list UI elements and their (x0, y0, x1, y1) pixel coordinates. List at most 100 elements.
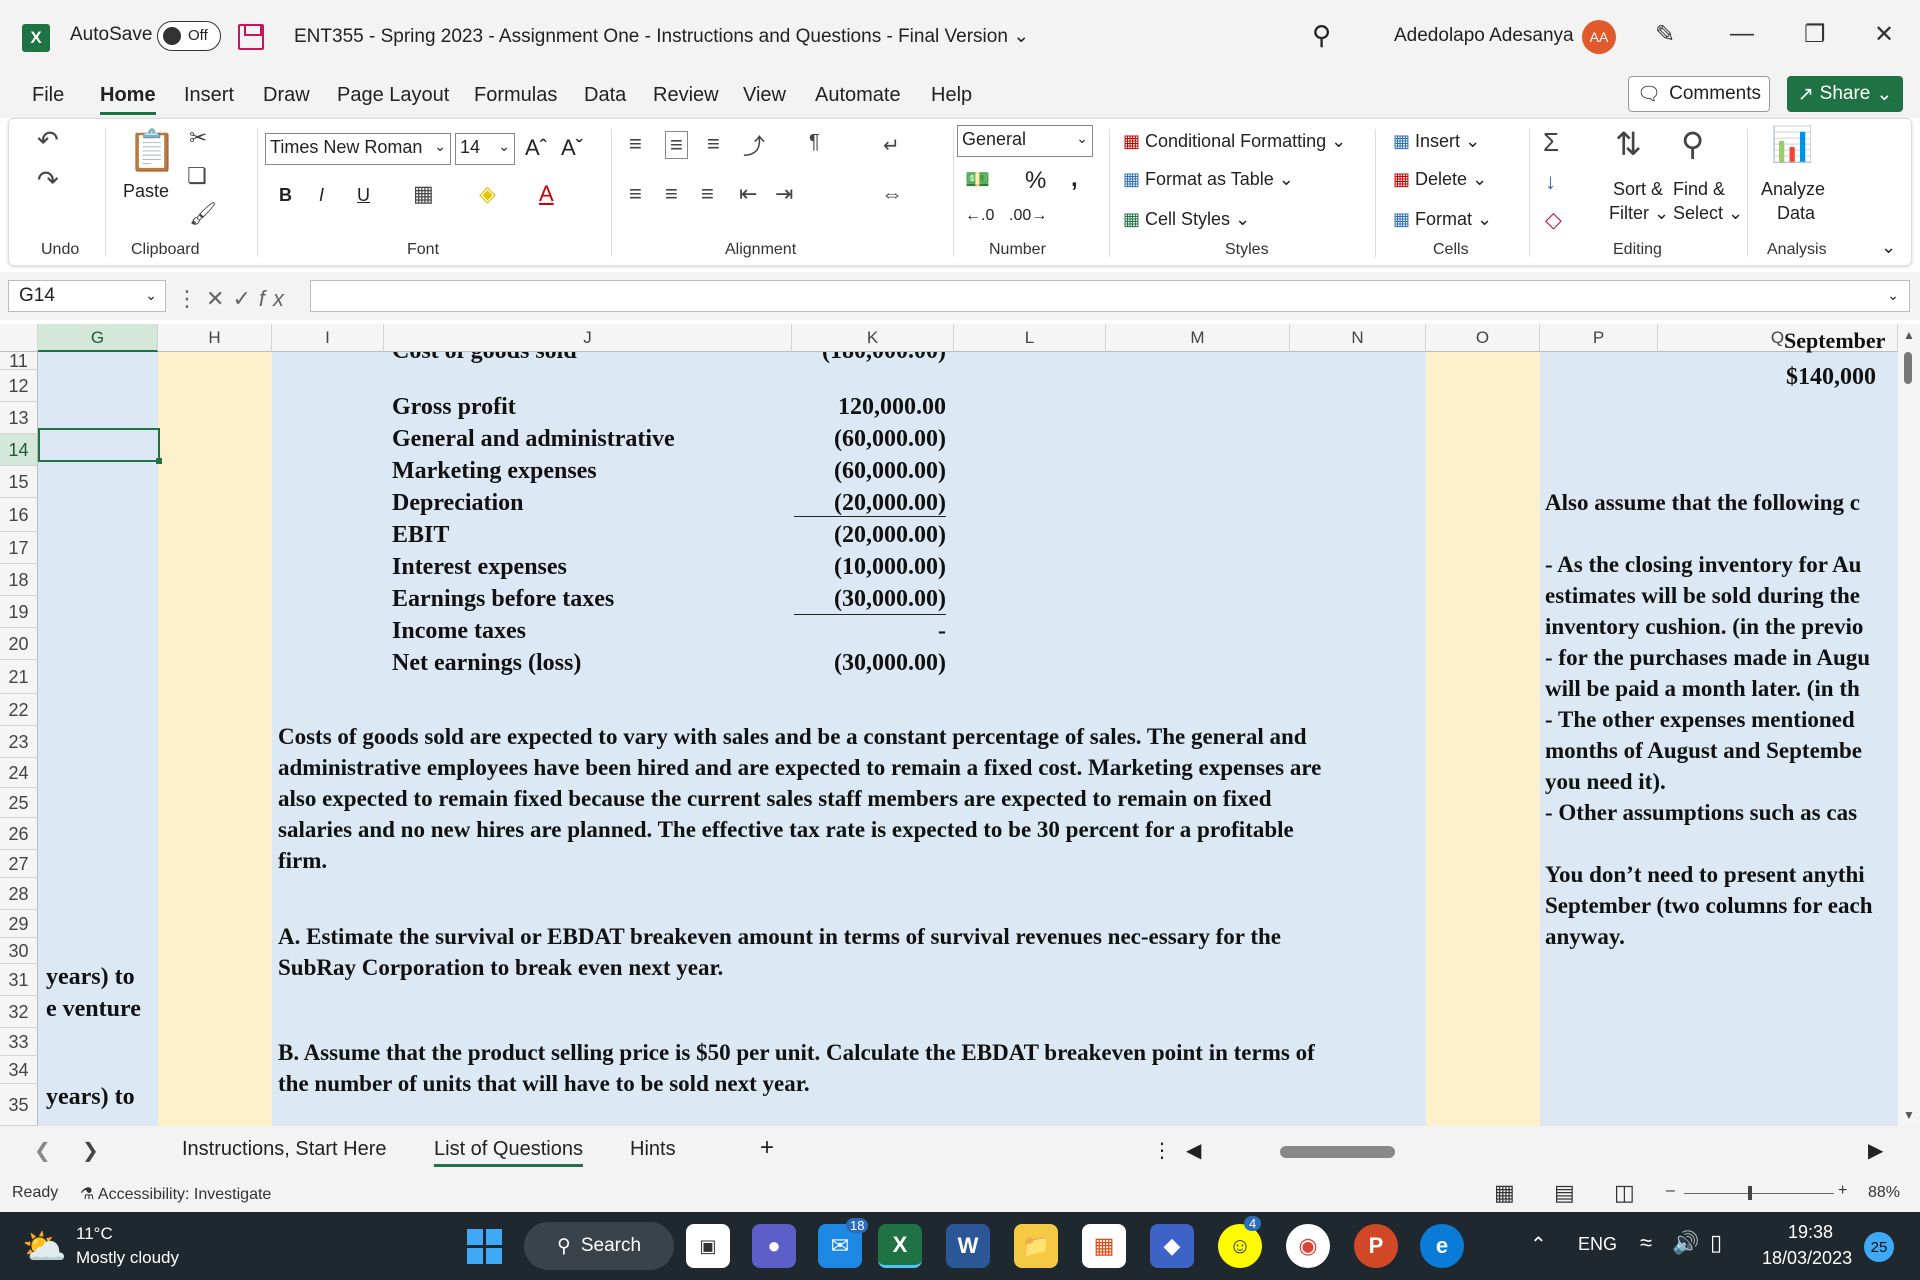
row-header-16[interactable]: 16 (0, 498, 38, 532)
analyze-data-label-1[interactable]: Analyze (1761, 179, 1825, 200)
next-sheet-icon[interactable]: ❯ (82, 1138, 99, 1163)
powerpoint-icon[interactable]: P (1354, 1224, 1398, 1268)
scroll-left-icon[interactable]: ◀ (1186, 1138, 1201, 1163)
edge-icon[interactable]: e (1420, 1224, 1464, 1268)
row-header-20[interactable]: 20 (0, 628, 38, 660)
align-middle-icon[interactable]: ≡ (665, 131, 688, 159)
decrease-indent-icon[interactable]: ⇤ (739, 181, 757, 207)
store-icon[interactable]: ▦ (1082, 1224, 1126, 1268)
page-break-view-icon[interactable]: ◫ (1614, 1180, 1635, 1206)
row-header-13[interactable]: 13 (0, 402, 38, 434)
row-header-24[interactable]: 24 (0, 758, 38, 788)
cancel-icon[interactable]: ✕ (206, 286, 232, 311)
percent-icon[interactable]: % (1025, 167, 1046, 195)
cell-styles-button[interactable]: ▦ Cell Styles ⌄ (1123, 209, 1250, 230)
zoom-out-icon[interactable]: – (1666, 1182, 1675, 1200)
restore-button[interactable]: ❐ (1804, 20, 1826, 49)
align-top-icon[interactable]: ≡ (629, 131, 642, 157)
copilot-icon[interactable]: ◆ (1150, 1224, 1194, 1268)
row-header-14[interactable]: 14 (0, 434, 38, 466)
page-layout-view-icon[interactable]: ▤ (1554, 1180, 1575, 1206)
format-painter-icon[interactable]: 🖌 (189, 201, 217, 227)
excel-taskbar-icon[interactable]: X (878, 1224, 922, 1268)
analyze-data-label-2[interactable]: Data (1777, 203, 1815, 224)
row-header-35[interactable]: 35 (0, 1084, 38, 1126)
borders-icon[interactable]: ▦ (413, 181, 434, 207)
row-header-31[interactable]: 31 (0, 964, 38, 996)
increase-decimal-icon[interactable]: ←.0 (965, 207, 994, 225)
scroll-right-icon[interactable]: ▶ (1868, 1138, 1883, 1163)
align-left-icon[interactable]: ≡ (629, 181, 642, 207)
wifi-icon[interactable]: ≈ (1640, 1230, 1652, 1256)
zoom-slider-thumb[interactable] (1748, 1186, 1752, 1200)
menu-data[interactable]: Data (584, 84, 626, 107)
row-header-19[interactable]: 19 (0, 596, 38, 628)
copy-icon[interactable]: ❏ (187, 163, 207, 189)
normal-view-icon[interactable]: ▦ (1494, 1180, 1515, 1206)
number-format-select[interactable]: General ⌄ (957, 125, 1093, 157)
align-right-icon[interactable]: ≡ (701, 181, 714, 207)
italic-button[interactable]: I (319, 185, 324, 206)
more-icon[interactable]: ⋮ (1152, 1138, 1172, 1163)
font-color-icon[interactable]: A (539, 181, 554, 207)
decrease-font-icon[interactable]: Aˇ (561, 135, 583, 161)
zoom-level[interactable]: 88% (1868, 1184, 1900, 1202)
volume-icon[interactable]: 🔊 (1672, 1230, 1699, 1256)
minimize-button[interactable]: — (1730, 20, 1754, 48)
menu-home[interactable]: Home (100, 84, 156, 115)
redo-icon[interactable]: ↷ (37, 165, 59, 196)
weather-icon[interactable]: ⛅ (22, 1226, 67, 1268)
merge-center-icon[interactable]: ⇔ (881, 181, 903, 207)
row-header-15[interactable]: 15 (0, 466, 38, 498)
row-header-21[interactable]: 21 (0, 660, 38, 694)
text-direction-icon[interactable]: ¶ (809, 131, 820, 154)
row-header-18[interactable]: 18 (0, 564, 38, 596)
delete-cells-button[interactable]: ▦ Delete ⌄ (1393, 169, 1487, 190)
vertical-scrollbar[interactable]: ▲ ▼ (1898, 324, 1920, 1126)
scroll-up-icon[interactable]: ▲ (1903, 328, 1915, 342)
prev-sheet-icon[interactable]: ❮ (34, 1138, 51, 1163)
clock-time[interactable]: 19:38 (1788, 1222, 1833, 1243)
format-cells-button[interactable]: ▦ Format ⌄ (1393, 209, 1492, 230)
menu-formulas[interactable]: Formulas (474, 84, 557, 107)
conditional-formatting-button[interactable]: ▦ Conditional Formatting ⌄ (1123, 131, 1346, 152)
document-title[interactable]: ENT355 - Spring 2023 - Assignment One - … (294, 25, 1029, 48)
clock-date[interactable]: 18/03/2023 (1762, 1248, 1852, 1269)
enter-icon[interactable]: ✓ (232, 286, 258, 311)
analyze-data-icon[interactable]: 📊 (1771, 125, 1813, 165)
zoom-slider[interactable] (1684, 1193, 1834, 1194)
add-sheet-button[interactable]: + (760, 1134, 774, 1162)
paste-button[interactable]: Paste (123, 181, 169, 202)
find-select-label-1[interactable]: Find & (1673, 179, 1725, 200)
row-header-11[interactable]: 11 (0, 352, 38, 370)
row-header-12[interactable]: 12 (0, 370, 38, 402)
format-as-table-button[interactable]: ▦ Format as Table ⌄ (1123, 169, 1294, 190)
row-header-27[interactable]: 27 (0, 850, 38, 878)
menu-review[interactable]: Review (653, 84, 719, 107)
row-header-34[interactable]: 34 (0, 1056, 38, 1084)
start-icon[interactable] (462, 1224, 506, 1268)
wrap-text-icon[interactable]: ↵ (883, 133, 900, 158)
accessibility-status[interactable]: ⚗ Accessibility: Investigate (80, 1184, 271, 1204)
font-size-select[interactable]: 14 ⌄ (455, 133, 515, 165)
row-header-30[interactable]: 30 (0, 938, 38, 964)
tab-hints[interactable]: Hints (630, 1138, 676, 1161)
column-header-p[interactable]: P (1540, 324, 1658, 352)
collapse-ribbon-icon[interactable]: ⌄ (1881, 237, 1896, 258)
column-header-g[interactable]: G (38, 324, 158, 352)
vertical-scroll-thumb[interactable] (1904, 352, 1912, 384)
column-header-i[interactable]: I (272, 324, 384, 352)
menu-automate[interactable]: Automate (815, 84, 901, 107)
sort-filter-icon[interactable]: ⇅ (1615, 125, 1642, 163)
bold-button[interactable]: B (279, 185, 292, 206)
tray-expand-icon[interactable]: ⌃ (1530, 1232, 1547, 1257)
menu-draw[interactable]: Draw (263, 84, 310, 107)
decrease-decimal-icon[interactable]: .00→ (1009, 207, 1047, 225)
row-header-25[interactable]: 25 (0, 788, 38, 818)
font-family-select[interactable]: Times New Roman ⌄ (265, 133, 451, 165)
paste-icon[interactable]: 📋 (127, 127, 177, 174)
column-header-m[interactable]: M (1106, 324, 1290, 352)
tab-list-of-questions[interactable]: List of Questions (434, 1138, 583, 1167)
increase-indent-icon[interactable]: ⇥ (775, 181, 793, 207)
align-bottom-icon[interactable]: ≡ (707, 131, 720, 157)
